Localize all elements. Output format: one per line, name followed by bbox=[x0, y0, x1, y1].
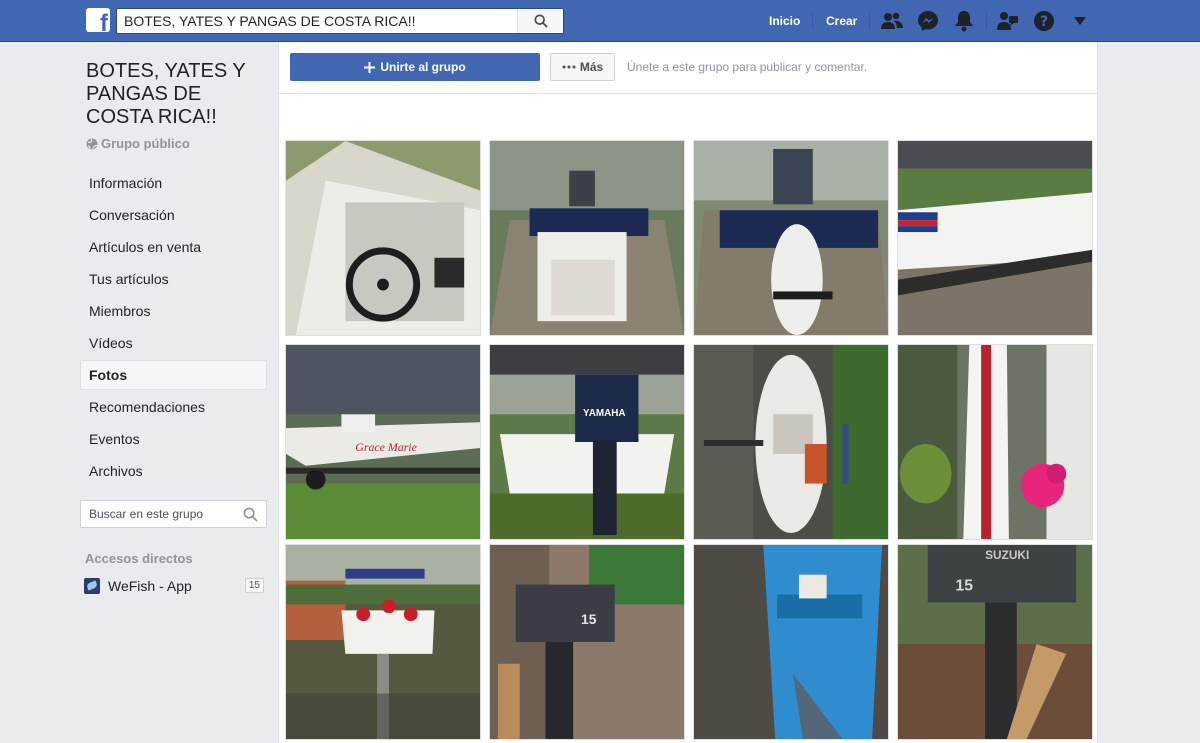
menu-item-events[interactable]: Eventos bbox=[80, 424, 267, 454]
quick-help-people-icon[interactable] bbox=[996, 9, 1020, 33]
engine-hp-text: 15 bbox=[581, 611, 597, 627]
shortcut-label: WeFish - App bbox=[108, 578, 192, 594]
svg-text:?: ? bbox=[1040, 14, 1048, 30]
join-hint-text: Únete a este grupo para publicar y comen… bbox=[627, 60, 868, 74]
group-privacy-label: Grupo público bbox=[86, 136, 190, 151]
plus-icon bbox=[364, 61, 376, 73]
friend-requests-icon[interactable] bbox=[880, 9, 904, 33]
photo-thumbnail[interactable]: SUZUKI 15 bbox=[897, 544, 1093, 740]
menu-item-photos[interactable]: Fotos bbox=[80, 360, 267, 390]
menu-item-recommendations[interactable]: Recomendaciones bbox=[80, 392, 267, 422]
top-bar: f Inicio Crear ? bbox=[0, 0, 1200, 42]
global-search-box bbox=[116, 8, 564, 34]
photo-thumbnail[interactable]: Grace Marie bbox=[285, 344, 481, 540]
photo-thumbnail[interactable] bbox=[693, 140, 889, 336]
notifications-bell-icon[interactable] bbox=[952, 9, 976, 33]
nav-divider bbox=[986, 13, 987, 29]
photo-thumbnail[interactable] bbox=[285, 140, 481, 336]
group-type-text: Grupo público bbox=[101, 136, 190, 151]
shortcut-wefish-app[interactable]: WeFish - App 15 bbox=[84, 576, 264, 596]
group-search-box bbox=[80, 500, 267, 528]
more-options-button[interactable]: Más bbox=[550, 53, 615, 81]
search-button[interactable] bbox=[517, 9, 563, 33]
photo-thumbnail[interactable] bbox=[693, 344, 889, 540]
messenger-icon[interactable] bbox=[916, 9, 940, 33]
menu-item-your-items[interactable]: Tus artículos bbox=[80, 264, 267, 294]
facebook-logo[interactable]: f bbox=[86, 8, 110, 32]
group-search-input[interactable] bbox=[81, 501, 231, 527]
photo-thumbnail[interactable] bbox=[693, 544, 889, 740]
photo-thumbnail[interactable] bbox=[897, 140, 1093, 336]
yamaha-logo-text: YAMAHA bbox=[583, 408, 625, 419]
nav-home-link[interactable]: Inicio bbox=[769, 0, 800, 42]
global-search-input[interactable] bbox=[117, 9, 517, 33]
photo-thumbnail[interactable] bbox=[489, 140, 685, 336]
group-action-bar: Unirte al grupo Más Únete a este grupo p… bbox=[279, 42, 1097, 94]
more-dots-icon bbox=[562, 65, 576, 69]
nav-divider bbox=[812, 13, 813, 29]
photo-thumbnail[interactable]: 15 bbox=[489, 544, 685, 740]
join-group-label: Unirte al grupo bbox=[380, 60, 466, 74]
group-title[interactable]: BOTES, YATES Y PANGAS DE COSTA RICA!! bbox=[86, 60, 266, 129]
more-options-label: Más bbox=[579, 60, 604, 74]
engine-hp-text: 15 bbox=[955, 578, 973, 595]
help-icon[interactable]: ? bbox=[1032, 9, 1056, 33]
nav-divider bbox=[869, 13, 870, 29]
wefish-app-icon bbox=[84, 578, 100, 594]
menu-item-information[interactable]: Información bbox=[80, 168, 267, 198]
join-group-button[interactable]: Unirte al grupo bbox=[290, 53, 540, 81]
menu-item-videos[interactable]: Vídeos bbox=[80, 328, 267, 358]
shortcut-count-badge: 15 bbox=[244, 578, 264, 593]
globe-icon bbox=[86, 138, 98, 149]
account-menu-dropdown-icon[interactable] bbox=[1068, 9, 1092, 33]
shortcuts-heading: Accesos directos bbox=[85, 551, 193, 566]
suzuki-logo-text: SUZUKI bbox=[985, 548, 1029, 562]
menu-item-members[interactable]: Miembros bbox=[80, 296, 267, 326]
photo-thumbnail[interactable] bbox=[285, 544, 481, 740]
photos-main-panel: Unirte al grupo Más Únete a este grupo p… bbox=[278, 42, 1098, 743]
menu-item-files[interactable]: Archivos bbox=[80, 456, 267, 486]
left-sidebar: BOTES, YATES Y PANGAS DE COSTA RICA!! Gr… bbox=[80, 42, 270, 743]
boat-name-text: Grace Marie bbox=[355, 440, 417, 454]
search-icon bbox=[533, 14, 548, 28]
menu-item-discussion[interactable]: Conversación bbox=[80, 200, 267, 230]
search-icon[interactable] bbox=[243, 507, 258, 522]
photo-thumbnail[interactable] bbox=[897, 344, 1093, 540]
nav-create-link[interactable]: Crear bbox=[826, 0, 857, 42]
group-nav-menu: Información Conversación Artículos en ve… bbox=[80, 168, 267, 488]
menu-item-items-for-sale[interactable]: Artículos en venta bbox=[80, 232, 267, 262]
photo-thumbnail[interactable]: YAMAHA bbox=[489, 344, 685, 540]
